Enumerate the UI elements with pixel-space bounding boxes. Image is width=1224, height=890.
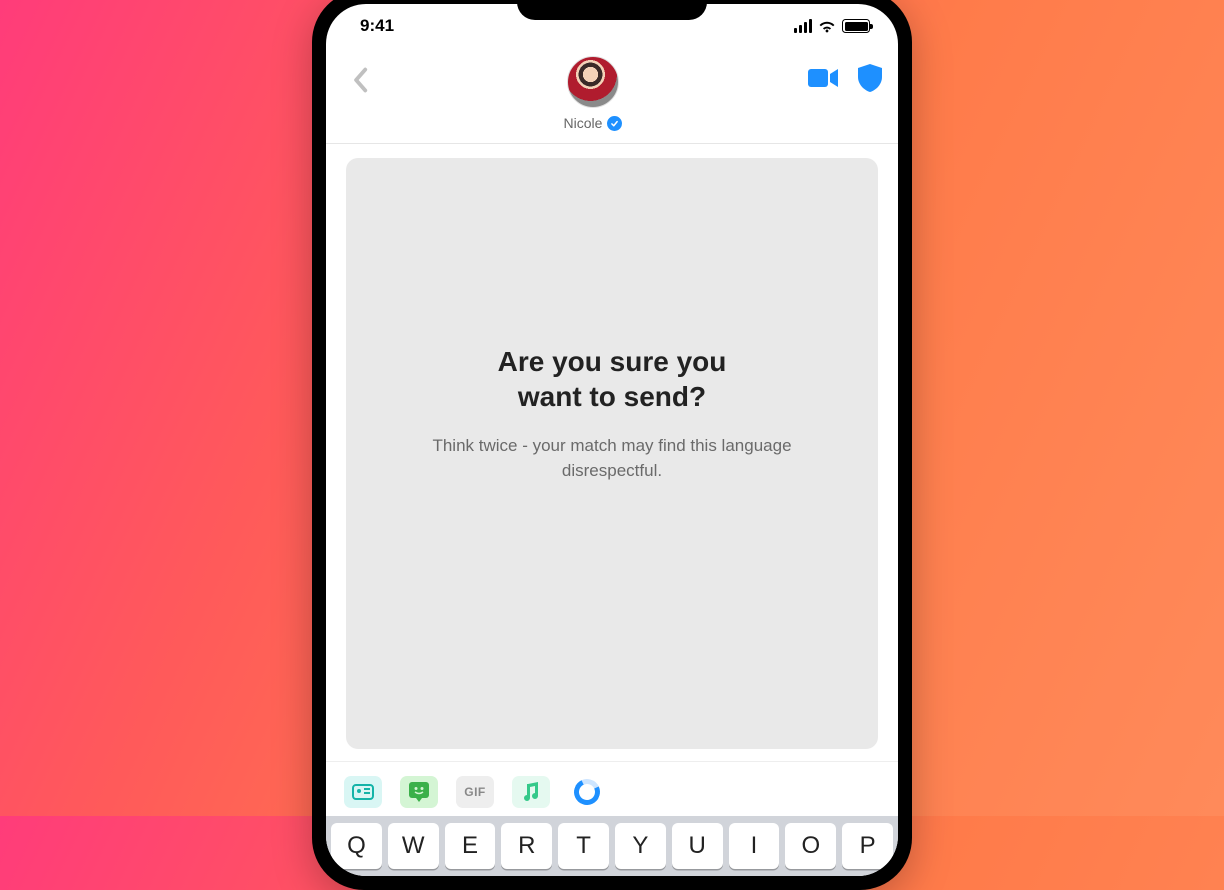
warning-title: Are you sure you want to send? <box>498 344 727 414</box>
warning-card: Are you sure you want to send? Think twi… <box>346 158 878 749</box>
sticker-button[interactable] <box>400 776 438 808</box>
phone-notch <box>517 0 707 20</box>
battery-icon <box>842 19 870 33</box>
chat-header: Nicole <box>326 48 898 144</box>
profile-section[interactable]: Nicole <box>564 56 623 131</box>
ring-icon <box>570 775 603 808</box>
key-t[interactable]: T <box>558 823 609 869</box>
loading-button[interactable] <box>568 776 606 808</box>
status-indicators <box>794 19 871 33</box>
keyboard: Q W E R T Y U I O P <box>326 816 898 876</box>
shield-button[interactable] <box>858 64 882 92</box>
username: Nicole <box>564 115 603 131</box>
header-actions <box>808 64 882 92</box>
warning-subtitle: Think twice - your match may find this l… <box>432 434 792 483</box>
avatar <box>567 56 619 108</box>
verified-badge-icon <box>607 116 622 131</box>
key-r[interactable]: R <box>501 823 552 869</box>
key-o[interactable]: O <box>785 823 836 869</box>
phone-screen: 9:41 Nicol <box>326 4 898 876</box>
compose-toolbar: GIF <box>326 761 898 816</box>
signal-icon <box>794 19 813 33</box>
key-p[interactable]: P <box>842 823 893 869</box>
gif-button[interactable]: GIF <box>456 776 494 808</box>
phone-frame: 9:41 Nicol <box>312 0 912 890</box>
video-call-button[interactable] <box>808 67 838 89</box>
key-i[interactable]: I <box>729 823 780 869</box>
music-button[interactable] <box>512 776 550 808</box>
status-time: 9:41 <box>360 16 394 36</box>
key-y[interactable]: Y <box>615 823 666 869</box>
username-row: Nicole <box>564 115 623 131</box>
key-q[interactable]: Q <box>331 823 382 869</box>
key-w[interactable]: W <box>388 823 439 869</box>
key-e[interactable]: E <box>445 823 496 869</box>
key-u[interactable]: U <box>672 823 723 869</box>
keyboard-row-1: Q W E R T Y U I O P <box>331 823 893 869</box>
wifi-icon <box>818 19 836 33</box>
back-button[interactable] <box>342 62 378 98</box>
contact-card-button[interactable] <box>344 776 382 808</box>
chat-body: Are you sure you want to send? Think twi… <box>326 144 898 761</box>
